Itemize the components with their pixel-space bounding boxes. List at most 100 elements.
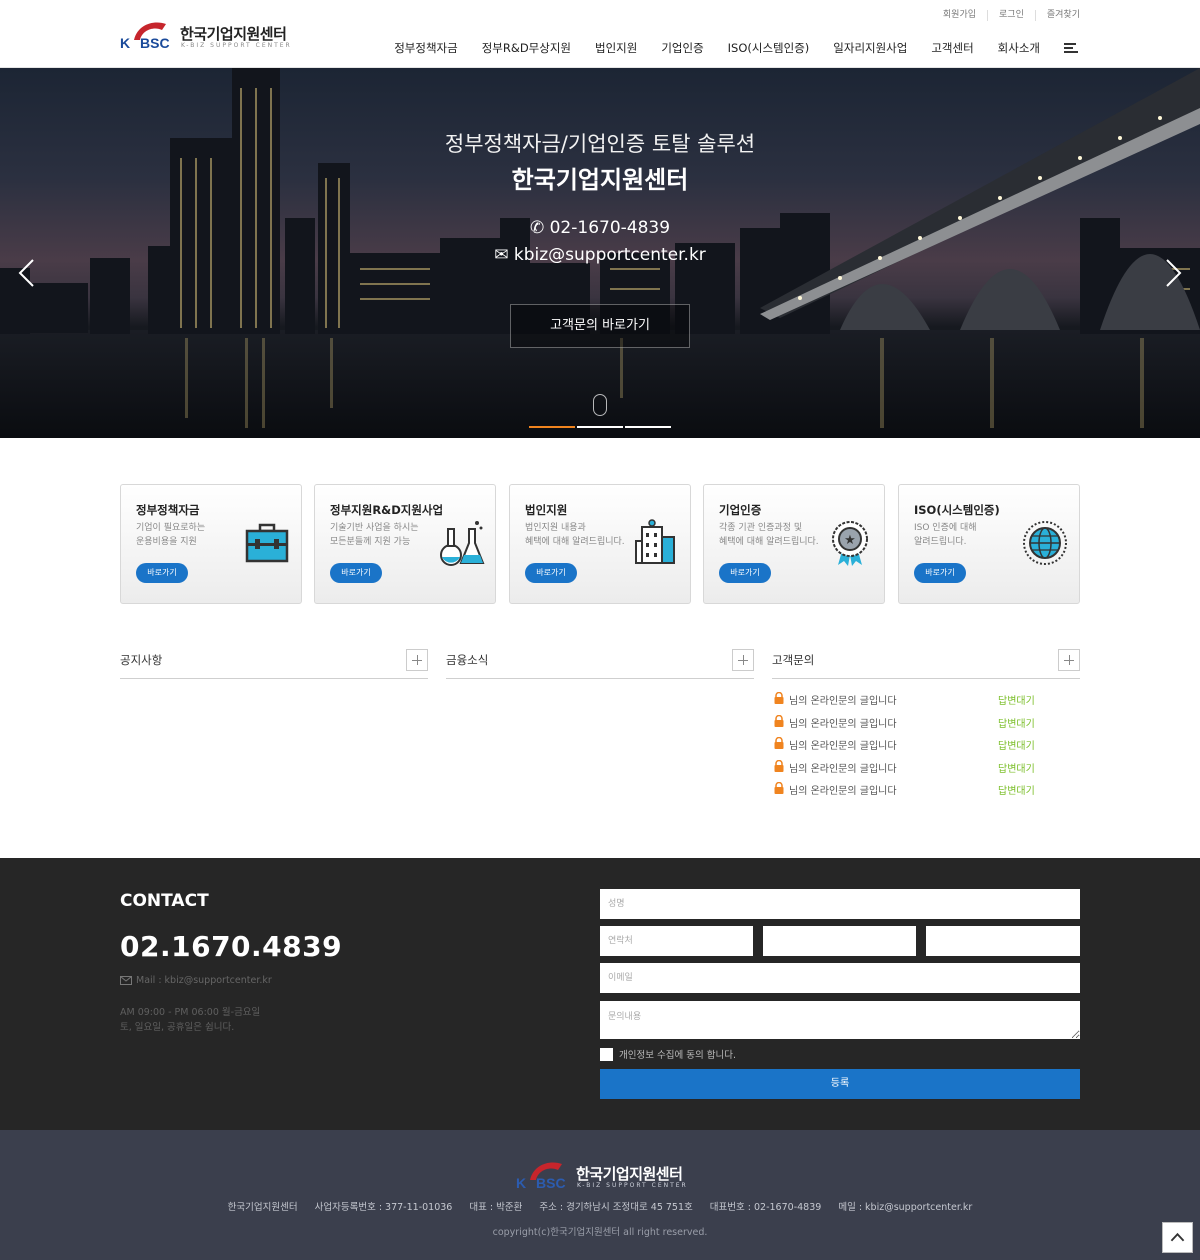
chevron-up-icon[interactable] (1162, 1222, 1193, 1253)
qa-title[interactable]: 님의 온라인문의 글입니다 (789, 760, 897, 775)
card-policy-fund[interactable]: 정부정책자금 기업이 필요로하는 운용비용을 지원 바로가기 (120, 484, 302, 604)
name-field[interactable] (600, 889, 1080, 919)
lock-icon (774, 759, 784, 772)
company-address: 주소 : 경기하남시 조정대로 45 751호 (539, 1202, 693, 1213)
nav-item-policy-fund[interactable]: 정부정책자금 (394, 40, 457, 56)
footer-logo[interactable]: K BSC 한국기업지원센터 K-BIZ SUPPORT CENTER (516, 1158, 686, 1192)
plus-icon[interactable] (1058, 649, 1080, 671)
qa-title[interactable]: 님의 온라인문의 글입니다 (789, 692, 897, 707)
status-badge: 답변대기 (998, 696, 1035, 707)
list-item[interactable]: 님의 온라인문의 글입니다 답변대기 (772, 735, 1080, 758)
logo-subtitle: K-BIZ SUPPORT CENTER (181, 42, 292, 49)
chevron-right-icon[interactable] (1165, 258, 1183, 288)
bookmark-link[interactable]: 즐겨찾기 (1034, 10, 1080, 21)
nav-item-certification[interactable]: 기업인증 (661, 40, 703, 56)
scroll-mouse-icon (593, 394, 607, 416)
list-item[interactable]: 님의 온라인문의 글입니다 답변대기 (772, 690, 1080, 713)
card-go-button[interactable]: 바로가기 (719, 563, 771, 583)
medal-icon: ★ (832, 521, 868, 566)
hamburger-icon[interactable] (1064, 43, 1078, 53)
board-header: 금융소식 (446, 648, 754, 679)
copyright: copyright(c)한국기업지원센터 all right reserved. (492, 1227, 708, 1238)
svg-text:BSC: BSC (140, 35, 170, 51)
nav-item-rnd[interactable]: 정부R&D무상지원 (482, 40, 571, 56)
service-cards: 정부정책자금 기업이 필요로하는 운용비용을 지원 바로가기 정부지원R&D지원사… (120, 484, 1080, 604)
submit-button[interactable]: 등록 (600, 1069, 1080, 1099)
nav-item-jobs[interactable]: 일자리지원사업 (833, 40, 907, 56)
card-title: ISO(시스템인증) (914, 503, 1000, 517)
hero-phone: ✆ 02-1670-4839 (529, 218, 671, 238)
business-hours: AM 09:00 - PM 06:00 월-금요일 토, 일요일, 공휴일은 쉽니… (120, 1007, 261, 1033)
finance-news-board: 금융소식 (446, 648, 754, 679)
nav-item-about[interactable]: 회사소개 (998, 40, 1040, 56)
plus-icon[interactable] (732, 649, 754, 671)
status-badge: 답변대기 (998, 786, 1035, 797)
qa-title[interactable]: 님의 온라인문의 글입니다 (789, 737, 897, 752)
contact-shortcut-button[interactable]: 고객문의 바로가기 (510, 304, 690, 348)
board-title: 공지사항 (120, 653, 163, 667)
contact-label: CONTACT (120, 891, 209, 911)
phone-field-2[interactable] (763, 926, 916, 956)
mail-icon (120, 976, 132, 985)
lock-icon (774, 692, 784, 704)
utility-links: 회원가입 로그인 즐겨찾기 (932, 10, 1080, 21)
flask-icon (440, 521, 485, 566)
board-header: 고객문의 (772, 648, 1080, 679)
message-field[interactable] (600, 1001, 1080, 1039)
slide-dot-1[interactable] (529, 426, 575, 428)
ceo-name: 대표 : 박준환 (469, 1202, 523, 1213)
qa-title[interactable]: 님의 온라인문의 글입니다 (789, 715, 897, 730)
signup-link[interactable]: 회원가입 (932, 10, 987, 21)
card-go-button[interactable]: 바로가기 (330, 563, 382, 583)
building-icon (635, 519, 675, 564)
card-title: 기업인증 (719, 503, 762, 517)
board-title: 고객문의 (772, 653, 815, 667)
board-title: 금융소식 (446, 653, 489, 667)
card-iso[interactable]: ISO(시스템인증) ISO 인증에 대해 알려드립니다. 바로가기 (898, 484, 1080, 604)
email-field[interactable] (600, 963, 1080, 993)
card-corporate[interactable]: 법인지원 법인지원 내용과 혜택에 대해 알려드립니다. 바로가기 (509, 484, 691, 604)
card-desc: 기술기반 사업을 하시는 모든분들께 지원 가능 (330, 523, 419, 547)
card-title: 정부정책자금 (136, 503, 200, 517)
chevron-left-icon[interactable] (17, 258, 35, 288)
plus-icon[interactable] (406, 649, 428, 671)
list-item[interactable]: 님의 온라인문의 글입니다 답변대기 (772, 780, 1080, 803)
phone-field-1[interactable] (600, 926, 753, 956)
status-badge: 답변대기 (998, 763, 1035, 775)
list-item[interactable]: 님의 온라인문의 글입니다 답변대기 (772, 758, 1080, 781)
company-info: 한국기업지원센터 사업자등록번호 : 377-11-01036 대표 : 박준환… (0, 1199, 1200, 1213)
slide-dot-3[interactable] (625, 426, 671, 428)
svg-text:K: K (120, 35, 130, 51)
nav-item-support[interactable]: 고객센터 (931, 40, 973, 56)
card-desc: 법인지원 내용과 혜택에 대해 알려드립니다. (525, 523, 625, 547)
card-certification[interactable]: 기업인증 각종 기관 인증과정 및 혜택에 대해 알려드립니다. 바로가기 ★ (703, 484, 885, 604)
privacy-agree[interactable]: 개인정보 수집에 동의 합니다. (600, 1047, 736, 1061)
lock-icon (774, 737, 784, 749)
hero-email: ✉ kbiz@supportcenter.kr (494, 245, 706, 265)
status-badge: 답변대기 (998, 718, 1035, 730)
nav-item-corporate[interactable]: 법인지원 (595, 40, 637, 56)
card-go-button[interactable]: 바로가기 (914, 563, 966, 583)
contact-mail: Mail : kbiz@supportcenter.kr (120, 975, 272, 986)
phone-field-3[interactable] (926, 926, 1080, 956)
briefcase-icon (245, 523, 289, 563)
lock-icon (774, 714, 784, 727)
logo-text: 한국기업지원센터 (180, 25, 287, 43)
agree-checkbox[interactable] (600, 1048, 613, 1061)
board-header: 공지사항 (120, 648, 428, 679)
logo-text: 한국기업지원센터 (576, 1165, 683, 1183)
slide-indicators (529, 426, 673, 428)
hero-slider: 정부정책자금/기업인증 토탈 솔루션 한국기업지원센터 ✆ 02-1670-48… (0, 68, 1200, 438)
site-logo[interactable]: K BSC 한국기업지원센터 K-BIZ SUPPORT CENTER (120, 18, 290, 52)
nav-item-iso[interactable]: ISO(시스템인증) (728, 40, 810, 56)
svg-text:BSC: BSC (536, 1175, 566, 1191)
card-rnd[interactable]: 정부지원R&D지원사업 기술기반 사업을 하시는 모든분들께 지원 가능 바로가기 (314, 484, 496, 604)
logo-mark-icon: K BSC (516, 1162, 566, 1191)
login-link[interactable]: 로그인 (987, 10, 1035, 21)
list-item[interactable]: 님의 온라인문의 글입니다 답변대기 (772, 713, 1080, 736)
qa-list: 님의 온라인문의 글입니다 답변대기 님의 온라인문의 글입니다 답변대기 님의… (772, 690, 1080, 803)
qa-title[interactable]: 님의 온라인문의 글입니다 (789, 782, 897, 797)
card-go-button[interactable]: 바로가기 (136, 563, 188, 583)
slide-dot-2[interactable] (577, 426, 623, 428)
card-go-button[interactable]: 바로가기 (525, 563, 577, 583)
